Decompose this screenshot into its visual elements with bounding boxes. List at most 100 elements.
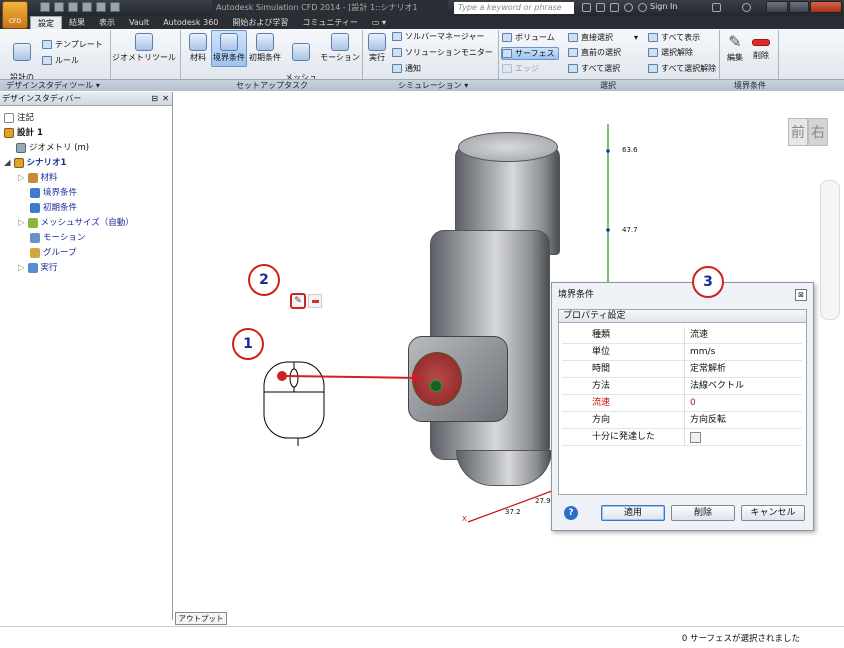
help-icon[interactable] (742, 3, 751, 12)
run-button[interactable]: 実行 (366, 31, 388, 63)
expand-icon[interactable]: ◢ (4, 157, 11, 169)
material-button[interactable]: 材料 (186, 31, 210, 63)
tree-item-motion[interactable]: モーション (30, 232, 85, 244)
tab-vault[interactable]: Vault (122, 16, 156, 29)
tree-item-scenario[interactable]: ◢ シナリオ1 (4, 157, 66, 169)
tab-community[interactable]: コミュニティー (295, 16, 365, 29)
deselect-all-button[interactable]: すべて選択解除 (648, 63, 716, 74)
tree-item-materials[interactable]: ▷ 材料 (18, 172, 58, 184)
close-icon[interactable]: ✕ (162, 92, 169, 106)
surface-icon (502, 49, 512, 58)
boundary-conditions-button[interactable]: 境界条件 (211, 30, 247, 67)
tree-item-design[interactable]: 設計 1 (4, 127, 43, 139)
new-icon[interactable] (40, 2, 50, 12)
tree-item-run[interactable]: ▷ 実行 (18, 262, 58, 274)
ribbon-panel-labels: デザインスタディツール ▾ セットアップタスク シミュレーション ▾ 選択 境界… (0, 79, 844, 91)
edge-icon (502, 64, 512, 73)
axis-tick (606, 228, 610, 232)
collapse-icon[interactable]: ▷ (18, 217, 25, 229)
motion-button[interactable]: モーション (320, 31, 360, 63)
sign-in-link[interactable]: Sign In (650, 2, 677, 11)
tab-setup[interactable]: 設定 (30, 16, 62, 29)
collapse-icon[interactable]: ▷ (18, 262, 25, 274)
property-row-method[interactable]: 方法 法線ベクトル (562, 378, 802, 395)
tree-item-notes[interactable]: 注記 (4, 112, 34, 124)
tab-extra-dropdown[interactable]: ▭ ▾ (365, 16, 393, 29)
print-icon[interactable] (110, 2, 120, 12)
communication-icon[interactable] (610, 3, 619, 12)
favorites-icon[interactable] (624, 3, 633, 12)
output-bar-tab[interactable]: アウトプットバー (175, 612, 227, 634)
fully-developed-checkbox[interactable] (690, 432, 701, 443)
undo-icon[interactable] (82, 2, 92, 12)
model-top-face[interactable] (458, 132, 558, 162)
property-row-time[interactable]: 時間 定常解析 (562, 361, 802, 378)
tab-autodesk-360[interactable]: Autodesk 360 (156, 16, 225, 29)
property-row-velocity[interactable]: 流速 0 (562, 395, 802, 412)
delete-boundary-button[interactable] (308, 294, 322, 308)
deselect-button[interactable]: 選択解除 (648, 47, 693, 58)
solver-manager-button[interactable]: ソルバーマネージャー (392, 31, 484, 42)
panel-simulation[interactable]: シミュレーション ▾ (398, 80, 468, 92)
tree-item-geometry[interactable]: ジオメトリ (m) (16, 142, 89, 154)
volume-select-button[interactable]: ボリューム (502, 32, 555, 43)
edge-select-button[interactable]: エッジ (502, 63, 539, 74)
select-all-button[interactable]: すべて選択 (568, 63, 620, 74)
axis-tick (606, 149, 610, 153)
add-design-icon (13, 43, 31, 61)
subscription-icon[interactable] (596, 3, 605, 12)
tree-item-mesh-size[interactable]: ▷ メッシュサイズ（自動） (18, 217, 134, 229)
delete-button[interactable]: 削除 (671, 505, 735, 521)
tab-view[interactable]: 表示 (92, 16, 122, 29)
cancel-button[interactable]: キャンセル (741, 505, 805, 521)
save-icon[interactable] (68, 2, 78, 12)
tab-getting-started[interactable]: 開始および学習 (225, 16, 295, 29)
tree-item-groups[interactable]: グループ (30, 247, 77, 259)
edit-button[interactable]: ✎ 編集 (724, 31, 746, 63)
exchange-icon[interactable] (712, 3, 721, 12)
dialog-close-button[interactable]: ⊠ (795, 289, 807, 301)
panel-design-study-tools[interactable]: デザインスタディツール ▾ (6, 80, 100, 92)
previous-selection-button[interactable]: 直前の選択 (568, 47, 621, 58)
viewcube-front[interactable]: 前 (788, 118, 808, 146)
direct-select-dropdown[interactable]: 直接選択 ▾ (568, 32, 638, 43)
apply-button[interactable]: 適用 (601, 505, 665, 521)
solution-monitor-button[interactable]: ソリューションモニター (392, 47, 493, 58)
y-axis-tick-label: 63.6 (622, 146, 638, 154)
tab-results[interactable]: 結果 (62, 16, 92, 29)
tree-item-boundary-conditions[interactable]: 境界条件 (30, 187, 77, 199)
template-button[interactable]: テンプレート (42, 39, 103, 50)
initial-conditions-button[interactable]: 初期条件 (247, 31, 283, 63)
collapse-icon[interactable]: ▷ (18, 172, 25, 184)
viewcube[interactable]: 前 右 (784, 110, 830, 150)
surface-select-button[interactable]: サーフェス (501, 47, 559, 60)
application-menu-button[interactable]: CFD (2, 1, 28, 29)
notify-button[interactable]: 通知 (392, 63, 421, 74)
help-icon[interactable]: ? (564, 506, 578, 520)
show-all-button[interactable]: すべて表示 (648, 32, 700, 43)
pencil-icon: ✎ (728, 32, 742, 51)
template-icon (42, 40, 52, 49)
open-icon[interactable] (54, 2, 64, 12)
viewcube-right[interactable]: 右 (808, 118, 828, 146)
minimize-button[interactable] (766, 1, 788, 13)
property-row-direction[interactable]: 方向 方向反転 (562, 412, 802, 429)
close-button[interactable] (810, 1, 842, 13)
property-row-unit[interactable]: 単位 mm/s (562, 344, 802, 361)
redo-icon[interactable] (96, 2, 106, 12)
binoculars-icon[interactable] (582, 3, 591, 12)
navigation-bar[interactable] (820, 180, 840, 320)
property-row-type[interactable]: 種類 流速 (562, 327, 802, 344)
search-input[interactable]: Type a keyword or phrase (454, 2, 574, 14)
panel-boundary-conditions: 境界条件 (734, 81, 766, 90)
delete-button[interactable]: 削除 (750, 31, 772, 61)
maximize-button[interactable] (789, 1, 809, 13)
edit-boundary-button[interactable]: ✎ (290, 293, 306, 309)
tree-item-initial-conditions[interactable]: 初期条件 (30, 202, 77, 214)
property-row-fully-developed[interactable]: 十分に発達した (562, 429, 802, 446)
rule-button[interactable]: ルール (42, 55, 79, 66)
pin-icon[interactable]: ⊟ (151, 92, 158, 106)
panel-selection: 選択 (600, 81, 616, 90)
solver-manager-icon (392, 32, 402, 41)
geometry-tool-button[interactable]: ジオメトリツール (112, 31, 176, 63)
